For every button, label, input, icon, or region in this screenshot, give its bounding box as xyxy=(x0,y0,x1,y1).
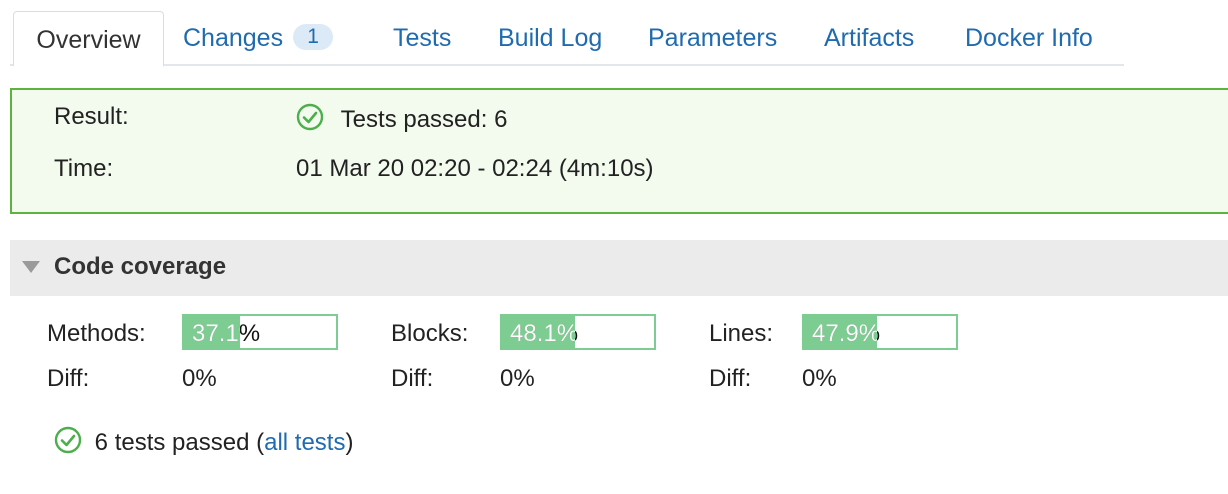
tab-build-log[interactable]: Build Log xyxy=(498,10,602,66)
blocks-coverage-value-overlay: 48.1% xyxy=(510,320,576,347)
methods-coverage-bar: 37.1% 37.1% xyxy=(182,314,338,350)
tests-passed-text: Tests passed: 6 xyxy=(340,106,508,133)
tab-changes-label: Changes xyxy=(183,24,284,52)
tab-parameters[interactable]: Parameters xyxy=(648,10,777,66)
result-label: Result: xyxy=(54,103,129,130)
lines-label: Lines: xyxy=(709,320,774,347)
blocks-coverage-bar: 48.1% 48.1% xyxy=(500,314,656,350)
tab-artifacts[interactable]: Artifacts xyxy=(824,10,914,66)
all-tests-link[interactable]: all tests xyxy=(264,429,345,456)
blocks-diff-label: Diff: xyxy=(391,365,434,392)
lines-diff-label: Diff: xyxy=(709,365,752,392)
code-coverage-title: Code coverage xyxy=(54,253,227,280)
tab-docker-info[interactable]: Docker Info xyxy=(965,10,1093,66)
time-value: 01 Mar 20 02:20 - 02:24 (4m:10s) xyxy=(296,155,654,182)
methods-label: Methods: xyxy=(47,320,146,347)
lines-coverage-bar: 47.9% 47.9% xyxy=(802,314,958,350)
tab-bar: Overview Changes 1 Tests Build Log Parame… xyxy=(10,10,1124,67)
blocks-diff-value: 0% xyxy=(500,365,535,392)
lines-diff-value: 0% xyxy=(802,365,837,392)
tab-changes[interactable]: Changes 1 xyxy=(183,10,334,66)
blocks-label: Blocks: xyxy=(391,320,469,347)
build-overview-page: Overview Changes 1 Tests Build Log Parame… xyxy=(0,0,1228,494)
tests-summary-text: 6 tests passed ( xyxy=(94,429,265,456)
changes-count-badge: 1 xyxy=(293,24,334,50)
lines-coverage-value-overlay: 47.9% xyxy=(812,320,877,347)
code-coverage-header[interactable]: Code coverage xyxy=(10,240,1228,296)
methods-coverage-value-overlay: 37.1% xyxy=(192,320,240,347)
time-label: Time: xyxy=(54,155,114,182)
check-circle-icon xyxy=(296,103,324,138)
methods-diff-label: Diff: xyxy=(47,365,90,392)
result-value: Tests passed: 6 xyxy=(296,103,507,138)
triangle-down-icon[interactable] xyxy=(22,261,40,273)
tests-summary-close: ) xyxy=(345,429,354,456)
tab-overview[interactable]: Overview xyxy=(13,11,164,67)
build-result-panel: Result: Tests passed: 6 Time: 01 Mar 20 … xyxy=(10,88,1228,214)
check-circle-icon xyxy=(54,426,82,461)
tab-tests[interactable]: Tests xyxy=(393,10,451,66)
tests-summary: 6 tests passed (all tests) xyxy=(54,426,353,461)
methods-diff-value: 0% xyxy=(182,365,217,392)
